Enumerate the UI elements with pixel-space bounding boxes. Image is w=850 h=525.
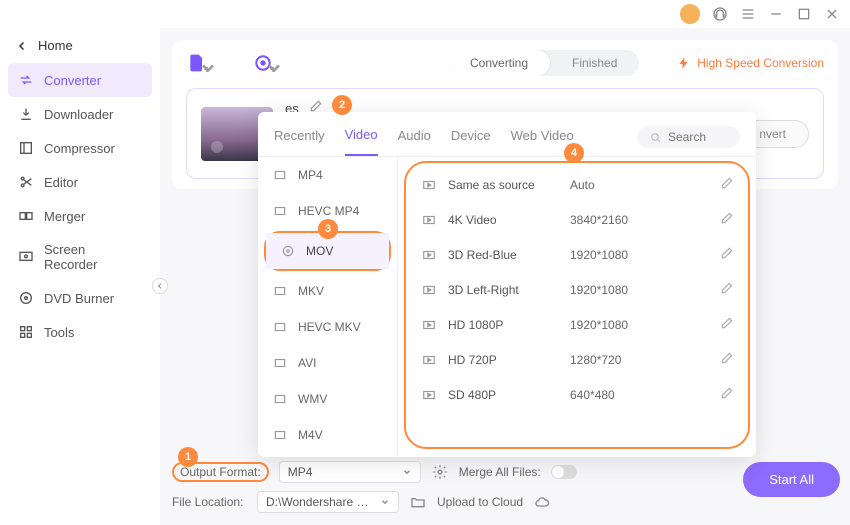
status-segment: Converting Finished (448, 50, 639, 76)
convert-icon (18, 72, 34, 88)
folder-icon[interactable] (409, 494, 427, 510)
resolution-row[interactable]: 3D Left-Right1920*1080 (414, 272, 740, 307)
high-speed-conversion[interactable]: High Speed Conversion (677, 56, 824, 70)
topbar: + + Converting Finished High Speed Conve… (186, 50, 824, 76)
menu-icon[interactable] (740, 6, 756, 22)
cloud-icon[interactable] (533, 494, 551, 510)
dd-tab-recently[interactable]: Recently (274, 128, 325, 155)
dd-tab-video[interactable]: Video (345, 127, 378, 156)
sidebar: Home Converter Downloader Compressor Edi… (0, 28, 160, 525)
dd-tab-audio[interactable]: Audio (398, 128, 431, 155)
sidebar-item-tools[interactable]: Tools (8, 315, 152, 349)
sidebar-item-merger[interactable]: Merger (8, 199, 152, 233)
format-list: MP4HEVC MP4MOVMKVHEVC MKVAVIWMVM4V (258, 157, 398, 457)
resolution-row[interactable]: Same as sourceAuto (414, 167, 740, 202)
user-avatar[interactable] (680, 4, 700, 24)
format-mkv[interactable]: MKV (258, 273, 397, 309)
compress-icon (18, 140, 34, 156)
file-location-label: File Location: (172, 495, 247, 509)
upload-label: Upload to Cloud (437, 495, 523, 509)
sidebar-item-editor[interactable]: Editor (8, 165, 152, 199)
resolution-row[interactable]: SD 480P640*480 (414, 377, 740, 412)
annotation-badge-1: 1 (178, 447, 198, 467)
minimize-icon[interactable] (768, 6, 784, 22)
add-from-device-button[interactable]: + (252, 52, 274, 74)
format-search[interactable] (637, 126, 740, 148)
edit-resolution-icon[interactable] (720, 246, 734, 263)
close-icon[interactable] (824, 6, 840, 22)
annotation-badge-4: 4 (564, 143, 584, 163)
output-format-label: Output Format: (180, 465, 261, 479)
sidebar-collapse-toggle[interactable] (152, 278, 168, 294)
file-location-select[interactable]: D:\Wondershare UniConverter 1 (257, 491, 399, 513)
scissors-icon (18, 174, 34, 190)
edit-resolution-icon[interactable] (720, 281, 734, 298)
edit-resolution-icon[interactable] (720, 176, 734, 193)
sidebar-item-compressor[interactable]: Compressor (8, 131, 152, 165)
tab-finished[interactable]: Finished (550, 50, 639, 76)
search-input[interactable] (668, 130, 728, 144)
home-label: Home (38, 38, 73, 53)
merge-toggle[interactable] (551, 465, 577, 479)
grid-icon (18, 324, 34, 340)
edit-resolution-icon[interactable] (720, 316, 734, 333)
sidebar-item-downloader[interactable]: Downloader (8, 97, 152, 131)
annotation-badge-3: 3 (318, 219, 338, 239)
download-icon (18, 106, 34, 122)
bottom-bar: Output Format: MP4 Merge All Files: File… (172, 457, 838, 517)
settings-icon[interactable] (431, 464, 449, 480)
tab-converting[interactable]: Converting (448, 50, 550, 76)
format-m4v[interactable]: M4V (258, 417, 397, 453)
maximize-icon[interactable] (796, 6, 812, 22)
resolution-list: Same as sourceAuto4K Video3840*21603D Re… (404, 161, 750, 449)
resolution-row[interactable]: HD 1080P1920*1080 (414, 307, 740, 342)
merge-icon (18, 208, 34, 224)
merge-label: Merge All Files: (459, 465, 541, 479)
start-all-button[interactable]: Start All (743, 462, 840, 497)
format-hevc-mkv[interactable]: HEVC MKV (258, 309, 397, 345)
edit-resolution-icon[interactable] (720, 211, 734, 228)
format-mp4[interactable]: MP4 (258, 157, 397, 193)
resolution-row[interactable]: 4K Video3840*2160 (414, 202, 740, 237)
sidebar-item-screen-recorder[interactable]: Screen Recorder (8, 233, 152, 281)
format-avi[interactable]: AVI (258, 345, 397, 381)
dd-tab-device[interactable]: Device (451, 128, 491, 155)
annotation-badge-2: 2 (332, 95, 352, 115)
format-wmv[interactable]: WMV (258, 381, 397, 417)
resolution-row[interactable]: HD 720P1280*720 (414, 342, 740, 377)
format-dropdown: Recently Video Audio Device Web Video MP… (258, 112, 756, 457)
resolution-row[interactable]: 3D Red-Blue1920*1080 (414, 237, 740, 272)
edit-resolution-icon[interactable] (720, 351, 734, 368)
disc-icon (18, 290, 34, 306)
titlebar (0, 0, 850, 28)
sidebar-item-dvd-burner[interactable]: DVD Burner (8, 281, 152, 315)
screen-icon (18, 249, 34, 265)
output-format-select[interactable]: MP4 (279, 461, 421, 483)
support-icon[interactable] (712, 6, 728, 22)
add-file-button[interactable]: + (186, 52, 208, 74)
edit-resolution-icon[interactable] (720, 386, 734, 403)
home-back[interactable]: Home (8, 32, 152, 59)
sidebar-item-converter[interactable]: Converter (8, 63, 152, 97)
